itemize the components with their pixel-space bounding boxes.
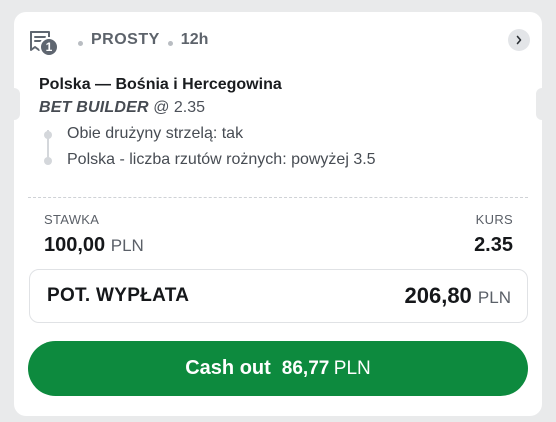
- stake-currency: PLN: [110, 236, 144, 255]
- odds-label: KURS: [475, 212, 513, 227]
- stake-label: STAWKA: [44, 212, 100, 227]
- selection-count-badge: 1: [39, 37, 59, 57]
- payout-amount: 206,80: [404, 283, 472, 308]
- stake-value: 100,00 PLN: [44, 234, 144, 257]
- cash-out-value: 86,77 PLN: [282, 358, 371, 380]
- chevron-right-icon: [516, 35, 522, 45]
- cash-out-amount: 86,77: [281, 357, 330, 379]
- cash-out-button[interactable]: Cash out 86,77 PLN: [28, 341, 528, 396]
- odds-value: 2.35: [474, 234, 513, 256]
- bet-type-label: PROSTY: [91, 31, 160, 48]
- ticket-icon: 1: [28, 29, 59, 57]
- separator-dot: [78, 40, 83, 46]
- bet-header: 1 PROSTY 12h: [28, 29, 530, 59]
- bet-builder-odds: @ 2.35: [153, 99, 206, 116]
- potential-payout-box: POT. WYPŁATA 206,80 PLN: [29, 269, 528, 323]
- selection-dot: [44, 157, 52, 165]
- bet-meta: PROSTY 12h: [78, 31, 208, 49]
- selection-item: Obie drużyny strzelą: tak: [67, 125, 244, 142]
- bet-details-button[interactable]: [508, 29, 530, 51]
- stake-amount: 100,00: [44, 234, 106, 256]
- bet-builder-tag: BET BUILDER: [39, 99, 149, 116]
- dashed-divider: [28, 197, 528, 198]
- selection-item: Polska - liczba rzutów rożnych: powyżej …: [67, 151, 376, 168]
- bet-builder-line: BET BUILDER @ 2.35: [39, 99, 205, 117]
- bet-card: 1 PROSTY 12h Polska — Bośnia i Hercegowi…: [14, 12, 542, 416]
- cash-out-label: Cash out: [185, 357, 271, 379]
- card-notch-left: [14, 88, 20, 120]
- payout-currency: PLN: [477, 288, 511, 307]
- separator-dot: [167, 40, 173, 46]
- bet-time-label: 12h: [180, 31, 209, 48]
- payout-value: 206,80 PLN: [405, 283, 512, 309]
- card-notch-right: [536, 88, 542, 120]
- match-title: Polska — Bośnia i Hercegowina: [39, 76, 282, 93]
- payout-label: POT. WYPŁATA: [47, 285, 190, 306]
- cash-out-currency: PLN: [333, 357, 371, 379]
